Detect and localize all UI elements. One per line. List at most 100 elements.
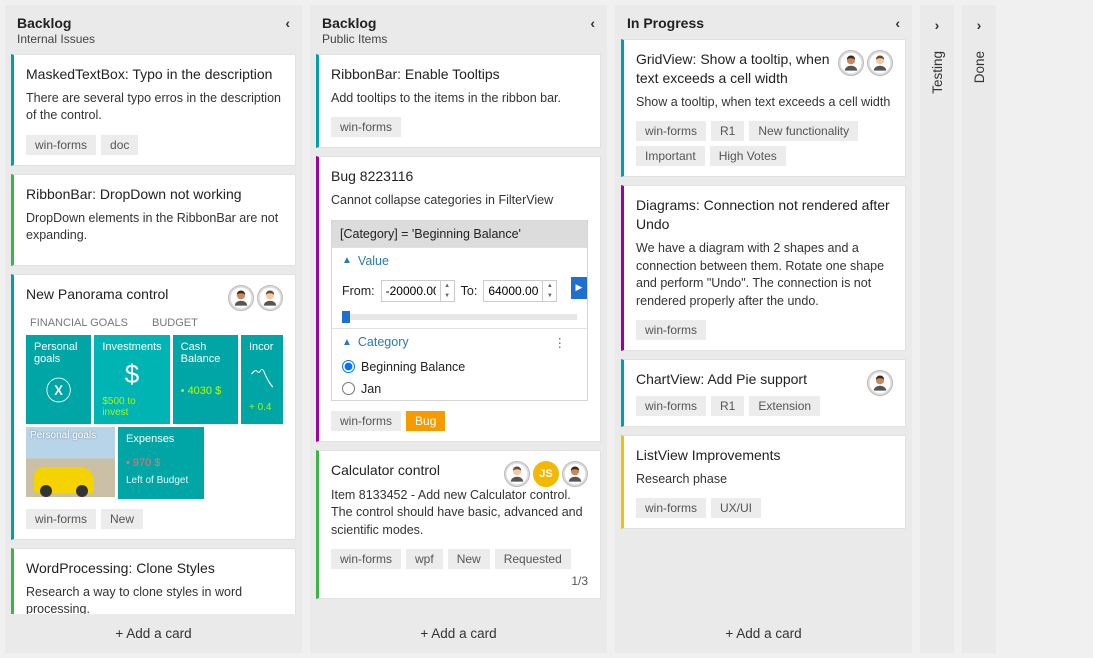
card-description: There are several typo erros in the desc… xyxy=(26,90,283,125)
card-tag[interactable]: win-forms xyxy=(636,121,706,141)
caret-up-icon: ▲ xyxy=(342,337,352,348)
card-title: RibbonBar: DropDown not working xyxy=(26,185,283,204)
card-tag[interactable]: win-forms xyxy=(636,498,706,518)
card-tag[interactable]: win-forms xyxy=(636,320,706,340)
card-title: ListView Improvements xyxy=(636,446,893,465)
card-tag[interactable]: New functionality xyxy=(749,121,858,141)
chevron-left-icon[interactable]: ‹ xyxy=(285,15,290,31)
card-title: Calculator control xyxy=(331,461,498,480)
caret-up-icon: ▲ xyxy=(342,255,352,266)
kanban-card[interactable]: Calculator control JS Item 8133452 - Add… xyxy=(316,450,601,600)
avatar xyxy=(867,50,893,76)
card-tag[interactable]: New xyxy=(448,549,490,569)
chevron-right-icon[interactable]: › xyxy=(935,17,940,33)
card-description: Research phase xyxy=(636,471,893,489)
filter-option[interactable]: Jan xyxy=(332,378,587,400)
to-input[interactable]: ▲▼ xyxy=(483,280,557,302)
column-title: In Progress xyxy=(627,15,704,31)
kanban-column: In Progress ‹ GridView: Show a tooltip, … xyxy=(615,5,912,653)
card-tag[interactable]: R1 xyxy=(711,396,744,416)
card-title: MaskedTextBox: Typo in the description xyxy=(26,65,283,84)
kanban-card[interactable]: WordProcessing: Clone Styles Research a … xyxy=(11,548,296,614)
card-tag[interactable]: High Votes xyxy=(710,146,786,166)
tile[interactable]: Personal goalsⓧ xyxy=(26,335,91,424)
column-title: Done xyxy=(972,51,987,83)
kanban-card[interactable]: Diagrams: Connection not rendered after … xyxy=(621,185,906,351)
kanban-card[interactable]: ListView Improvements Research phase win… xyxy=(621,435,906,529)
filter-section-header[interactable]: ▲ Value xyxy=(332,248,587,274)
tile[interactable]: Cash Balance4030 $ xyxy=(173,335,238,424)
filter-option[interactable]: Beginning Balance xyxy=(332,356,587,378)
filter-section-header[interactable]: ▲ Category⋮ xyxy=(332,329,587,356)
panorama-tab[interactable]: BUDGET xyxy=(152,317,198,329)
card-title: WordProcessing: Clone Styles xyxy=(26,559,283,578)
range-slider[interactable] xyxy=(342,314,577,320)
panorama-tab[interactable]: FINANCIAL GOALS xyxy=(30,317,128,329)
kanban-card[interactable]: RibbonBar: Enable Tooltips Add tooltips … xyxy=(316,54,601,148)
card-title: Bug 8223116 xyxy=(331,167,588,186)
kanban-card[interactable]: ChartView: Add Pie support win-formsR1Ex… xyxy=(621,359,906,427)
column-subtitle: Public Items xyxy=(322,32,387,46)
from-label: From: xyxy=(342,284,375,298)
play-icon[interactable]: ▶ xyxy=(571,277,587,299)
column-title: Testing xyxy=(930,51,945,94)
avatar xyxy=(257,285,283,311)
card-title: Diagrams: Connection not rendered after … xyxy=(636,196,893,234)
add-card-button[interactable]: + Add a card xyxy=(310,614,607,653)
card-tag[interactable]: win-forms xyxy=(26,509,96,529)
avatar xyxy=(562,461,588,487)
chevron-left-icon[interactable]: ‹ xyxy=(590,15,595,31)
chevron-right-icon[interactable]: › xyxy=(977,17,982,33)
card-description: Research a way to clone styles in word p… xyxy=(26,584,283,614)
card-description: DropDown elements in the RibbonBar are n… xyxy=(26,210,283,245)
card-description: Add tooltips to the items in the ribbon … xyxy=(331,90,588,108)
tile[interactable]: Expenses970 $Left of Budget xyxy=(118,427,204,499)
kanban-card[interactable]: Bug 8223116 Cannot collapse categories i… xyxy=(316,156,601,441)
more-icon[interactable]: ⋮ xyxy=(554,335,578,350)
avatar xyxy=(228,285,254,311)
kanban-card[interactable]: MaskedTextBox: Typo in the description T… xyxy=(11,54,296,166)
card-title: GridView: Show a tooltip, when text exce… xyxy=(636,50,832,88)
card-tag[interactable]: Requested xyxy=(495,549,571,569)
card-title: New Panorama control xyxy=(26,285,222,304)
card-tag[interactable]: doc xyxy=(101,135,138,155)
kanban-card[interactable]: GridView: Show a tooltip, when text exce… xyxy=(621,39,906,177)
filter-expression: [Category] = 'Beginning Balance' xyxy=(332,221,587,247)
column-subtitle: Internal Issues xyxy=(17,32,95,46)
card-tag[interactable]: win-forms xyxy=(331,117,401,137)
add-card-button[interactable]: + Add a card xyxy=(615,614,912,653)
card-tag[interactable]: New xyxy=(101,509,143,529)
avatar: JS xyxy=(533,461,559,487)
card-tag-bug[interactable]: Bug xyxy=(406,411,445,431)
kanban-card[interactable]: New Panorama control FINANCIAL GOALS BUDG… xyxy=(11,274,296,540)
card-description: Show a tooltip, when text exceeds a cell… xyxy=(636,94,893,112)
avatar xyxy=(838,50,864,76)
card-tag[interactable]: R1 xyxy=(711,121,744,141)
card-tag[interactable]: Extension xyxy=(749,396,820,416)
card-description: We have a diagram with 2 shapes and a co… xyxy=(636,240,893,310)
column-title: Backlog xyxy=(322,15,387,31)
tile-image[interactable]: Personal goals xyxy=(26,427,115,497)
card-tag[interactable]: wpf xyxy=(406,549,443,569)
card-title: ChartView: Add Pie support xyxy=(636,370,861,389)
chevron-left-icon[interactable]: ‹ xyxy=(895,15,900,31)
to-label: To: xyxy=(461,284,478,298)
tile[interactable]: Incor〽+ 0.4 xyxy=(241,335,283,424)
card-description: Item 8133452 - Add new Calculator contro… xyxy=(331,487,588,540)
kanban-card[interactable]: RibbonBar: DropDown not working DropDown… xyxy=(11,174,296,266)
kanban-column-collapsed[interactable]: › Done xyxy=(962,5,996,653)
card-tag[interactable]: win-forms xyxy=(636,396,706,416)
avatar xyxy=(867,370,893,396)
from-input[interactable]: ▲▼ xyxy=(381,280,455,302)
tile[interactable]: Investments$$500 to invest xyxy=(94,335,169,424)
card-title: RibbonBar: Enable Tooltips xyxy=(331,65,588,84)
kanban-column: Backlog Public Items ‹ RibbonBar: Enable… xyxy=(310,5,607,653)
card-tag[interactable]: Important xyxy=(636,146,705,166)
card-tag[interactable]: win-forms xyxy=(331,411,401,431)
card-tag[interactable]: UX/UI xyxy=(711,498,761,518)
add-card-button[interactable]: + Add a card xyxy=(5,614,302,653)
card-tag[interactable]: win-forms xyxy=(26,135,96,155)
kanban-column-collapsed[interactable]: › Testing xyxy=(920,5,954,653)
card-tag[interactable]: win-forms xyxy=(331,549,401,569)
avatar xyxy=(504,461,530,487)
